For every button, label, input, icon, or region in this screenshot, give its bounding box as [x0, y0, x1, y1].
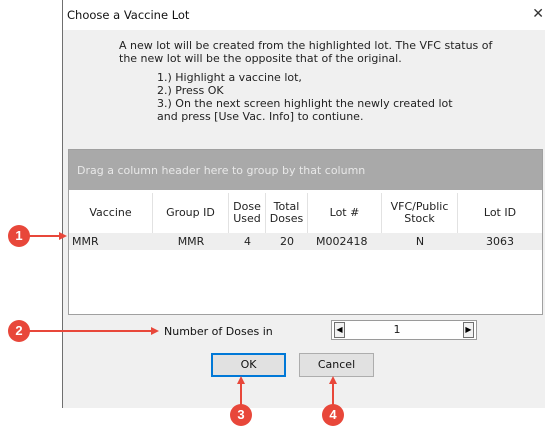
annotation-badge-4: 4 [322, 404, 344, 426]
instruction-step: 3.) On the next screen highlight the new… [157, 97, 453, 110]
title-bar: Choose a Vaccine Lot ✕ [63, 0, 545, 30]
increment-arrow-icon[interactable]: ▶ [463, 322, 474, 338]
vaccine-lot-grid[interactable]: Drag a column header here to group by th… [68, 149, 543, 315]
cell-vfc-public-stock: N [415, 235, 425, 248]
dialog-title: Choose a Vaccine Lot [67, 8, 190, 22]
instruction-step: 1.) Highlight a vaccine lot, [157, 71, 302, 84]
instruction-line: the new lot will be the opposite that of… [119, 52, 402, 65]
decrement-arrow-icon[interactable]: ◀ [334, 322, 345, 338]
doses-in-new-lot-label: Number of Doses in New Lo [164, 325, 275, 338]
cancel-button[interactable]: Cancel [299, 353, 374, 377]
column-header-vfc-public-stock[interactable]: VFC/Public Stock [382, 193, 458, 233]
cell-dose-used: 4 [244, 235, 251, 248]
doses-stepper[interactable]: ◀ 1 ▶ [331, 320, 477, 340]
column-header-dose-used[interactable]: Dose Used [229, 193, 266, 233]
instruction-step: 2.) Press OK [157, 84, 224, 97]
cell-vaccine: MMR [72, 235, 99, 248]
close-icon[interactable]: ✕ [532, 6, 544, 22]
instruction-step: and press [Use Vac. Info] to contiune. [157, 110, 364, 123]
ok-button[interactable]: OK [211, 353, 286, 377]
column-header-vaccine[interactable]: Vaccine [69, 193, 153, 233]
cell-lot-number: M002418 [316, 235, 368, 248]
group-by-panel[interactable]: Drag a column header here to group by th… [69, 150, 542, 190]
column-header-group-id[interactable]: Group ID [153, 193, 229, 233]
annotation-badge-1: 1 [8, 225, 30, 247]
instruction-line: A new lot will be created from the highl… [119, 39, 493, 52]
table-row[interactable]: MMR MMR 4 20 M002418 N 3063 [69, 233, 542, 250]
cell-group-id: MMR [177, 235, 205, 248]
annotation-badge-2: 2 [8, 320, 30, 342]
cell-lot-id: 3063 [486, 235, 514, 248]
column-header-lot-id[interactable]: Lot ID [458, 193, 542, 233]
cell-total-doses: 20 [280, 235, 294, 248]
group-by-hint: Drag a column header here to group by th… [77, 164, 366, 177]
column-header-total-doses[interactable]: Total Doses [266, 193, 308, 233]
choose-vaccine-lot-dialog: Choose a Vaccine Lot ✕ A new lot will be… [62, 0, 545, 408]
annotation-badge-3: 3 [230, 404, 252, 426]
doses-value[interactable]: 1 [382, 323, 412, 336]
column-header-lot-number[interactable]: Lot # [308, 193, 382, 233]
